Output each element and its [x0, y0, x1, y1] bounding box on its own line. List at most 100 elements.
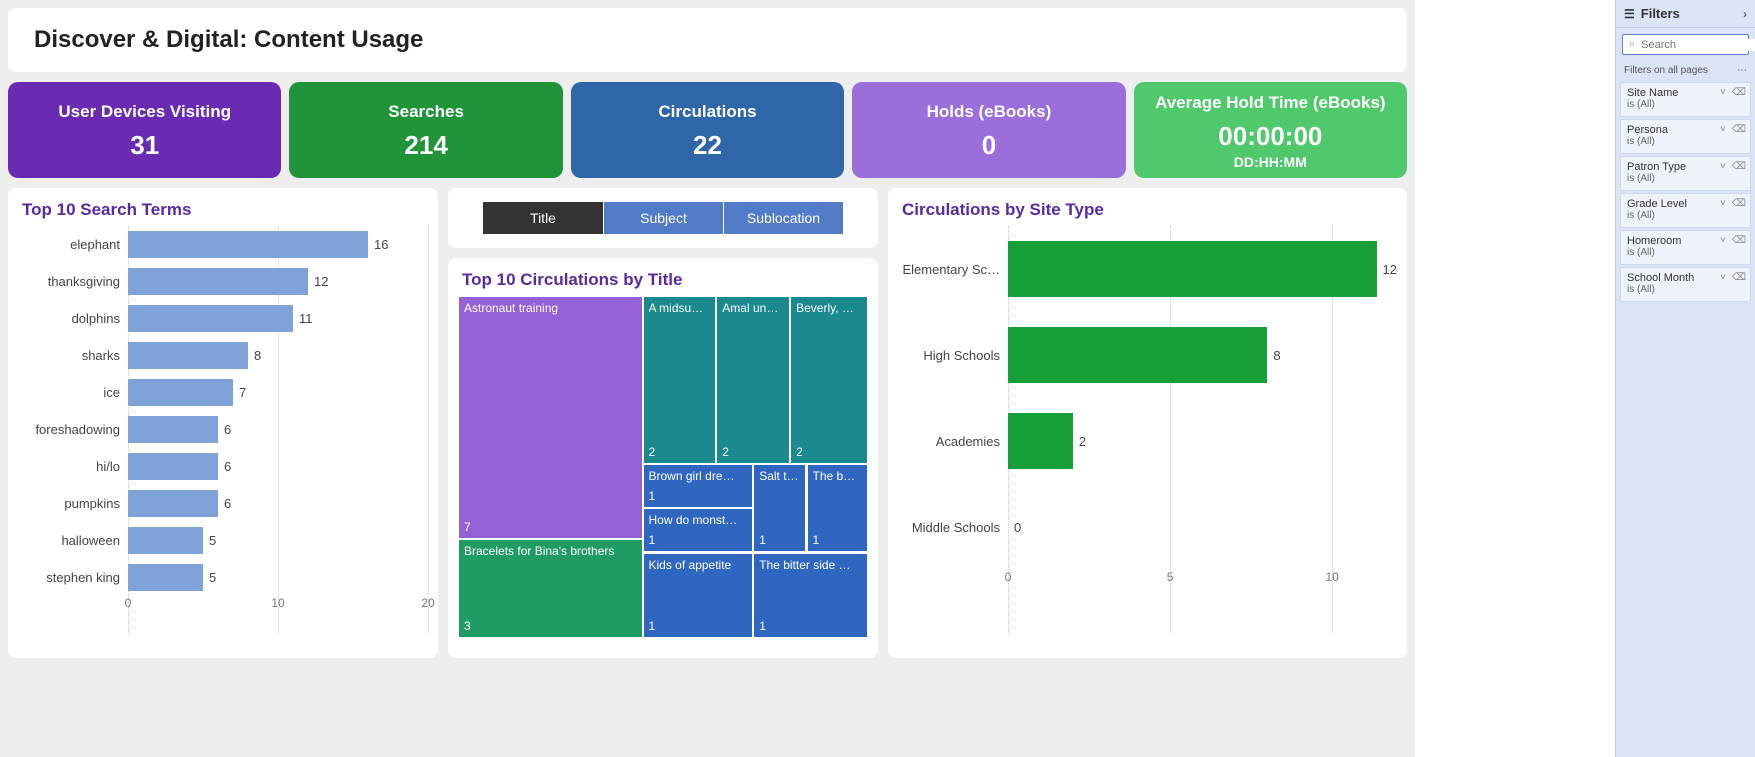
filters-icon: ☰ [1624, 7, 1635, 21]
chevron-right-icon[interactable]: › [1743, 7, 1747, 21]
treemap-circ-by-title[interactable]: Astronaut training7Bracelets for Bina's … [458, 296, 868, 638]
filter-value: is (All) [1627, 284, 1744, 295]
kpi-holds[interactable]: Holds (eBooks) 0 [852, 82, 1125, 178]
bar-value: 8 [254, 348, 261, 363]
bar-value: 5 [209, 533, 216, 548]
tab-title[interactable]: Title [483, 202, 603, 234]
clear-icon[interactable]: ⌫ [1732, 198, 1746, 209]
bar[interactable] [128, 490, 218, 517]
tab-subject[interactable]: Subject [603, 202, 723, 234]
clear-icon[interactable]: ⌫ [1732, 161, 1746, 172]
kpi-value: 00:00:00 [1140, 121, 1401, 152]
bar-row: thanksgiving12 [18, 263, 428, 300]
tile-label: Kids of appetite [649, 558, 748, 572]
bar-value: 5 [209, 570, 216, 585]
tile-value: 2 [722, 445, 784, 459]
filters-title: Filters [1641, 6, 1680, 21]
tile-label: A midsu… [649, 301, 711, 315]
clear-icon[interactable]: ⌫ [1732, 235, 1746, 246]
kpi-sub: DD:HH:MM [1140, 154, 1401, 170]
treemap-tile[interactable]: The b…1 [807, 464, 869, 553]
treemap-tile[interactable]: A midsu…2 [643, 296, 717, 464]
bar-value: 2 [1079, 434, 1086, 449]
filter-card[interactable]: Personais (All)˅⌫ [1620, 119, 1751, 154]
bar-label: Academies [898, 434, 1008, 449]
bar[interactable] [128, 453, 218, 480]
tab-sublocation[interactable]: Sublocation [723, 202, 843, 234]
filter-card[interactable]: Grade Levelis (All)˅⌫ [1620, 193, 1751, 228]
tile-label: Salt t… [759, 469, 800, 483]
bar-row: Middle Schools0 [898, 484, 1397, 570]
bar-value: 8 [1273, 348, 1280, 363]
treemap-tile[interactable]: Bracelets for Bina's brothers3 [458, 539, 643, 638]
clear-icon[interactable]: ⌫ [1732, 87, 1746, 98]
chart-title: Top 10 Circulations by Title [462, 270, 864, 290]
treemap-tile[interactable]: The bitter side …1 [753, 553, 868, 639]
bar-row: High Schools8 [898, 312, 1397, 398]
axis-tick: 5 [1167, 570, 1174, 584]
kpi-circulations[interactable]: Circulations 22 [571, 82, 844, 178]
kpi-label: User Devices Visiting [14, 102, 275, 122]
bar[interactable] [1008, 241, 1377, 297]
bar-row: foreshadowing6 [18, 411, 428, 448]
treemap-tile[interactable]: How do monst… 1 [643, 508, 754, 552]
bar-label: sharks [18, 348, 128, 363]
chart-title: Circulations by Site Type [902, 200, 1393, 220]
tile-value: 3 [464, 619, 637, 633]
chevron-down-icon[interactable]: ˅ [1720, 272, 1726, 283]
tile-value: 1 [649, 489, 748, 503]
clear-icon[interactable]: ⌫ [1732, 272, 1746, 283]
filters-header[interactable]: ☰ Filters › [1616, 0, 1755, 28]
filter-card[interactable]: Homeroomis (All)˅⌫ [1620, 230, 1751, 265]
treemap-tile[interactable]: Salt t…1 [753, 464, 806, 553]
filters-pane: ☰ Filters › ⌕ Filters on all pages ⋯ Sit… [1615, 0, 1755, 757]
kpi-user-devices[interactable]: User Devices Visiting 31 [8, 82, 281, 178]
chevron-down-icon[interactable]: ˅ [1720, 161, 1726, 172]
bar[interactable] [128, 268, 308, 295]
bar-value: 7 [239, 385, 246, 400]
bar[interactable] [128, 231, 368, 258]
treemap-tile[interactable]: Brown girl dre…1 [643, 464, 754, 508]
bar-row: dolphins11 [18, 300, 428, 337]
card-search-terms: Top 10 Search Terms elephant16thanksgivi… [8, 188, 438, 658]
bar[interactable] [128, 416, 218, 443]
clear-icon[interactable]: ⌫ [1732, 124, 1746, 135]
bar-label: Elementary Sc… [898, 262, 1008, 277]
chevron-down-icon[interactable]: ˅ [1720, 87, 1726, 98]
bar[interactable] [128, 564, 203, 591]
tile-value: 1 [649, 533, 748, 547]
bar-label: thanksgiving [18, 274, 128, 289]
bar[interactable] [1008, 413, 1073, 469]
chevron-down-icon[interactable]: ˅ [1720, 235, 1726, 246]
treemap-tile[interactable]: Kids of appetite1 [643, 553, 754, 639]
chevron-down-icon[interactable]: ˅ [1720, 124, 1726, 135]
filters-search[interactable]: ⌕ [1622, 34, 1749, 55]
bar[interactable] [128, 342, 248, 369]
bar[interactable] [1008, 327, 1267, 383]
bar[interactable] [128, 379, 233, 406]
bar[interactable] [128, 527, 203, 554]
treemap-tile[interactable]: Amal un… 2 [716, 296, 790, 464]
kpi-value: 31 [14, 130, 275, 161]
chart-title: Top 10 Search Terms [22, 200, 424, 220]
more-icon[interactable]: ⋯ [1737, 65, 1747, 76]
kpi-value: 214 [295, 130, 556, 161]
treemap-tile[interactable]: Astronaut training7 [458, 296, 643, 539]
kpi-avg-hold-time[interactable]: Average Hold Time (eBooks) 00:00:00 DD:H… [1134, 82, 1407, 178]
bar[interactable] [128, 305, 293, 332]
bar-chart-search-terms[interactable]: elephant16thanksgiving12dolphins11sharks… [18, 226, 428, 656]
treemap-tile[interactable]: Beverly, …2 [790, 296, 868, 464]
chevron-down-icon[interactable]: ˅ [1720, 198, 1726, 209]
filters-section-label: Filters on all pages [1624, 65, 1708, 76]
bar-row: sharks 8 [18, 337, 428, 374]
filter-card[interactable]: Site Nameis (All)˅⌫ [1620, 82, 1751, 117]
bar-chart-circ-by-site[interactable]: Elementary Sc…12High Schools8Academies2M… [898, 226, 1397, 656]
tile-label: Amal un… [722, 301, 784, 315]
kpi-searches[interactable]: Searches 214 [289, 82, 562, 178]
kpi-value: 0 [858, 130, 1119, 161]
filter-card[interactable]: School Monthis (All)˅⌫ [1620, 267, 1751, 302]
kpi-row: User Devices Visiting 31 Searches 214 Ci… [8, 82, 1407, 178]
filters-search-input[interactable] [1641, 39, 1755, 51]
filter-card[interactable]: Patron Typeis (All)˅⌫ [1620, 156, 1751, 191]
tile-label: How do monst… [649, 513, 748, 527]
